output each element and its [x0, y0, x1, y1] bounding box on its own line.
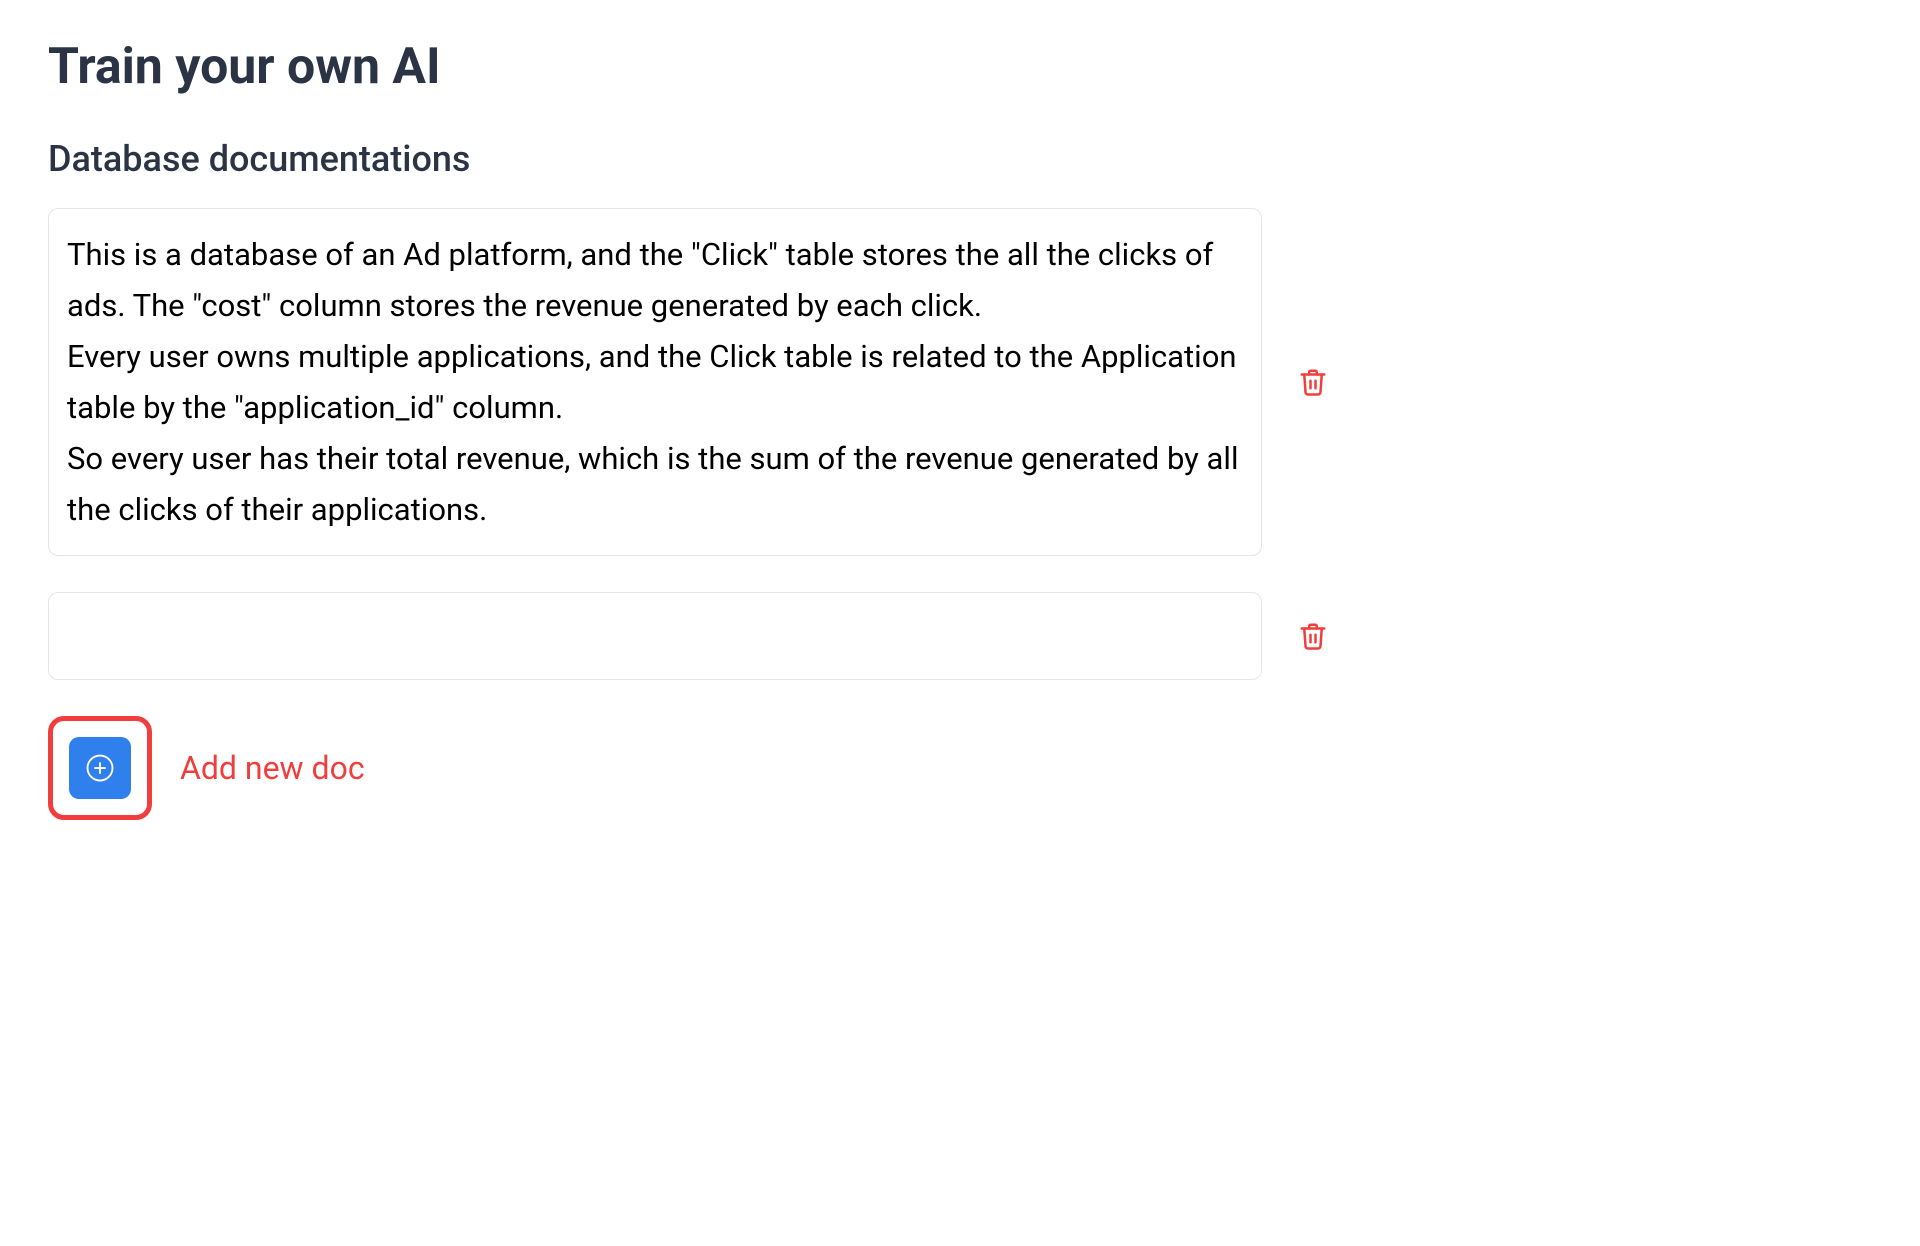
trash-icon — [1298, 619, 1328, 653]
add-doc-label: Add new doc — [180, 749, 365, 787]
add-doc-highlight — [48, 716, 152, 820]
delete-doc-button[interactable] — [1282, 619, 1344, 653]
doc-card[interactable] — [48, 592, 1262, 680]
add-doc-row: Add new doc — [48, 716, 1872, 820]
plus-circle-icon — [85, 753, 115, 783]
section-title: Database documentations — [48, 138, 1872, 180]
doc-card[interactable]: This is a database of an Ad platform, an… — [48, 208, 1262, 556]
add-doc-button[interactable] — [69, 737, 131, 799]
page-title: Train your own AI — [48, 38, 1872, 96]
doc-text: This is a database of an Ad platform, an… — [67, 229, 1243, 535]
doc-row-0: This is a database of an Ad platform, an… — [48, 208, 1872, 556]
trash-icon — [1298, 365, 1328, 399]
delete-doc-button[interactable] — [1282, 365, 1344, 399]
doc-row-1 — [48, 592, 1872, 680]
